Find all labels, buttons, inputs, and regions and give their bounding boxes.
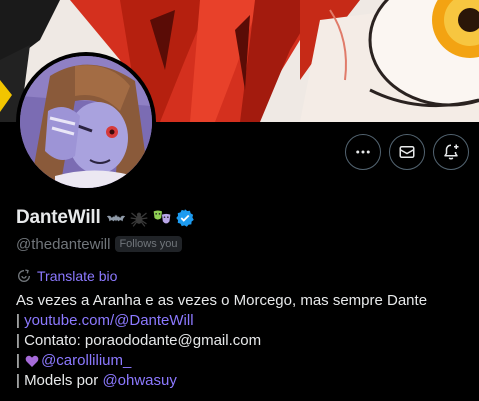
bio-separator: | — [16, 352, 25, 369]
bio-line: | Models por @ohwasuy — [16, 371, 467, 391]
bio-tagline: As vezes a Aranha e as vezes o Morcego, … — [16, 292, 428, 309]
profile-info: DanteWill @thedantewill Follows you Tran… — [16, 206, 467, 391]
bio-line: | youtube.com/@DanteWill — [16, 311, 467, 331]
bio-models-label: | Models por — [16, 372, 103, 389]
bell-plus-icon — [444, 144, 459, 160]
bio-contact: | Contato: poraododante@gmail.com — [16, 332, 262, 349]
translate-bio-button[interactable]: Translate bio — [16, 267, 467, 285]
name-emojis — [106, 208, 195, 228]
follows-you-badge: Follows you — [115, 236, 182, 252]
purple-heart-icon — [25, 355, 39, 367]
translate-bio-label: Translate bio — [37, 268, 118, 284]
bat-icon — [106, 214, 125, 222]
avatar-artwork — [20, 56, 152, 188]
carollilium-mention[interactable]: @carollilium_ — [41, 351, 131, 371]
profile-actions — [345, 134, 469, 170]
handle-row: @thedantewill Follows you — [16, 235, 467, 253]
theater-masks-icon — [153, 210, 170, 224]
verified-badge-icon[interactable] — [175, 208, 195, 228]
name-row: DanteWill — [16, 206, 467, 230]
youtube-link[interactable]: youtube.com/@DanteWill — [24, 311, 193, 331]
envelope-icon — [399, 146, 415, 158]
ohwasuy-mention[interactable]: @ohwasuy — [102, 371, 176, 391]
profile-bio: As vezes a Aranha e as vezes o Morcego, … — [16, 291, 467, 391]
translate-icon — [18, 269, 30, 282]
more-horizontal-icon — [356, 150, 370, 154]
bio-separator: | — [16, 312, 25, 329]
profile-handle: @thedantewill — [16, 235, 111, 253]
bio-line: As vezes a Aranha e as vezes o Morcego, … — [16, 291, 467, 311]
spider-icon — [130, 212, 148, 227]
profile-avatar[interactable] — [16, 52, 156, 192]
notifications-button[interactable] — [433, 134, 469, 170]
bio-line: | @carollilium_ — [16, 351, 467, 371]
message-button[interactable] — [389, 134, 425, 170]
bio-line: | Contato: poraododante@gmail.com — [16, 331, 467, 351]
more-button[interactable] — [345, 134, 381, 170]
display-name: DanteWill — [16, 207, 101, 228]
